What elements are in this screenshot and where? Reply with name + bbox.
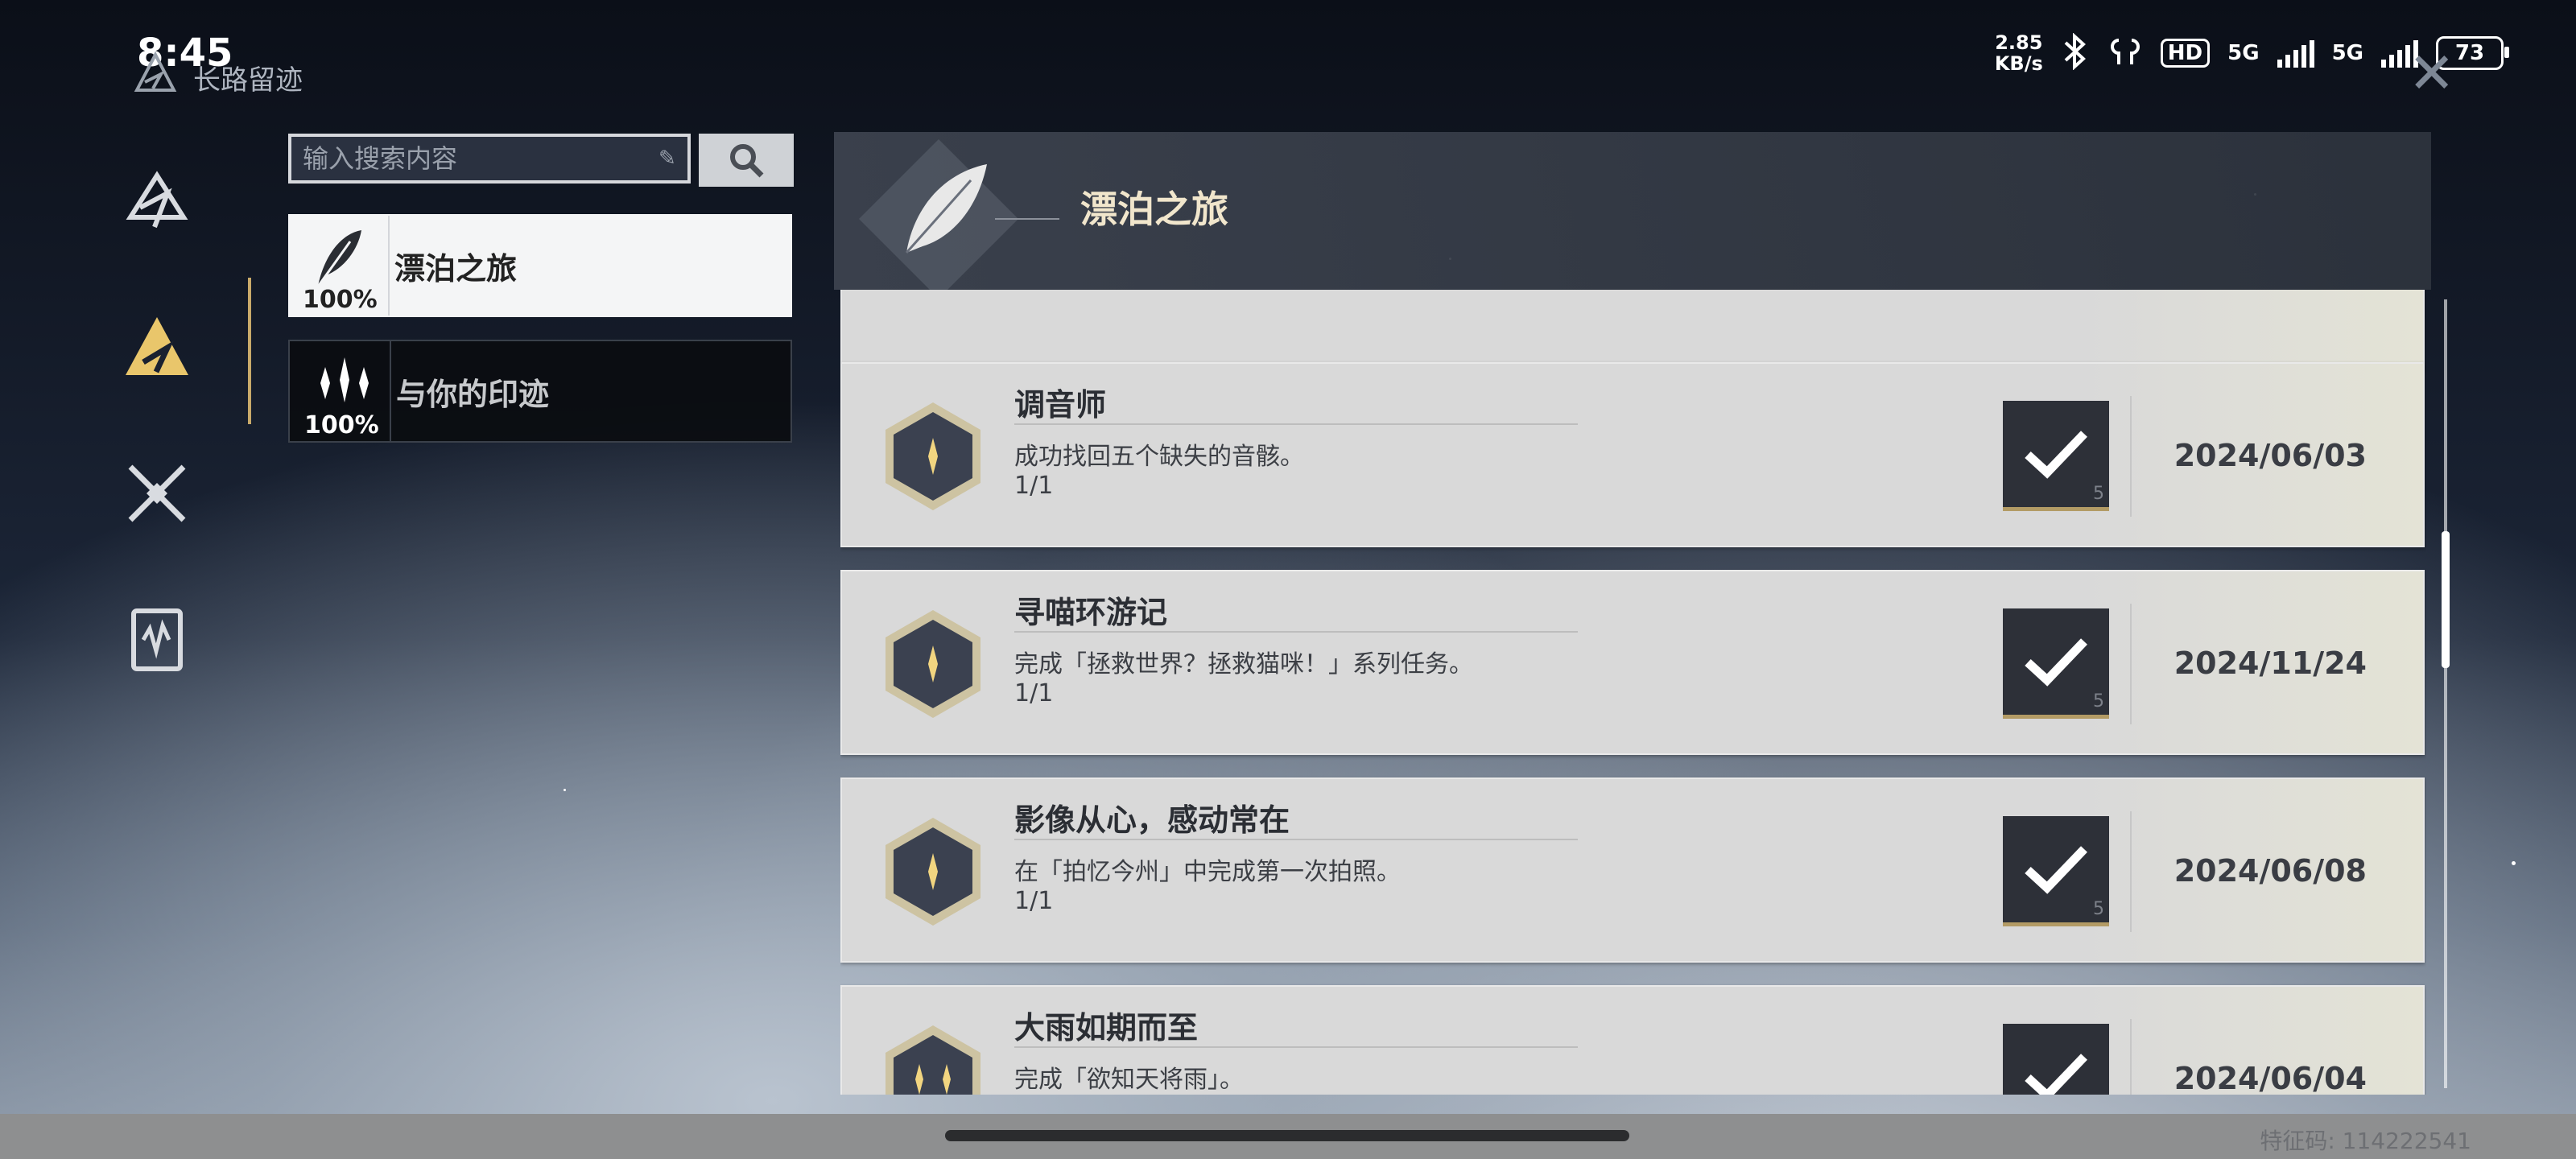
claimed-check-icon [2003, 1024, 2109, 1095]
feather-icon [316, 230, 361, 287]
reward-count: 5 [2093, 484, 2104, 504]
row-separator [2130, 396, 2132, 517]
home-indicator[interactable] [945, 1130, 1629, 1141]
list-scrollbar-track[interactable] [2444, 299, 2447, 1088]
row-divider [1014, 1046, 1578, 1048]
background-star [2512, 861, 2516, 865]
reward-count: 5 [2093, 899, 2104, 919]
search-input[interactable] [291, 142, 658, 175]
search-field[interactable]: ✎ [288, 134, 691, 184]
signal-label-1: 5G [2227, 41, 2260, 65]
category-percent: 100% [304, 411, 379, 439]
achievement-desc: 成功找回五个缺失的音骸。 [1014, 443, 1304, 471]
edit-icon: ✎ [658, 146, 676, 171]
achievement-date: 2024/06/08 [2174, 853, 2367, 889]
panel-header: 漂泊之旅 [834, 132, 2431, 290]
achievement-badge-icon [886, 402, 980, 510]
achievement-progress: 1/1 [1014, 887, 1054, 915]
reward-count: 5 [2093, 691, 2104, 711]
category-item-journey[interactable]: 100% 漂泊之旅 [288, 214, 792, 317]
nav-achievements-icon[interactable] [119, 309, 195, 385]
earbuds-icon [2107, 34, 2143, 72]
achievement-badge-icon [886, 610, 980, 718]
close-icon[interactable]: ✕ [2408, 40, 2455, 106]
list-item: 大雨如期而至 完成「欲知天将雨」。 2024/06/04 [840, 985, 2425, 1095]
panel-feather-icon [859, 139, 1059, 290]
row-separator [2130, 811, 2132, 932]
nav-journey-icon[interactable] [119, 166, 195, 241]
achievement-progress: 1/1 [1014, 679, 1054, 707]
app-logo-icon [134, 51, 177, 92]
search-icon [730, 144, 764, 178]
nav-combat-icon[interactable] [119, 456, 195, 531]
search-button[interactable] [699, 134, 794, 187]
achievement-title: 调音师 [1014, 387, 1107, 423]
achievement-list[interactable]: 调音师 成功找回五个缺失的音骸。 1/1 5 2024/06/03 寻喵环游记 … [840, 290, 2426, 1095]
claimed-check-icon: 5 [2003, 608, 2109, 719]
category-percent: 100% [303, 286, 378, 314]
claimed-check-icon: 5 [2003, 401, 2109, 511]
achievement-title: 影像从心，感动常在 [1014, 802, 1290, 838]
background-star [564, 789, 566, 791]
row-watermark [2085, 290, 2423, 369]
nav-active-indicator [248, 278, 251, 424]
claimed-check-icon: 5 [2003, 816, 2109, 926]
list-item [840, 290, 2425, 370]
signal-label-2: 5G [2331, 41, 2363, 65]
achievement-title: 大雨如期而至 [1014, 1010, 1199, 1046]
list-item: 影像从心，感动常在 在「拍忆今州」中完成第一次拍照。 1/1 5 2024/06… [840, 777, 2425, 963]
list-item: 调音师 成功找回五个缺失的音骸。 1/1 5 2024/06/03 [840, 362, 2425, 547]
achievement-desc: 完成「拯救世界？拯救猫咪！」系列任务。 [1014, 650, 1473, 678]
category-item-imprints[interactable]: 100% 与你的印迹 [288, 340, 792, 443]
achievement-title: 寻喵环游记 [1014, 595, 1168, 630]
nav-records-icon[interactable] [119, 602, 195, 678]
panel-title: 漂泊之旅 [1080, 188, 1228, 231]
achievement-badge-icon [886, 1025, 980, 1095]
row-separator [2130, 604, 2132, 724]
category-icon-box: 100% [290, 341, 391, 441]
row-divider [1014, 423, 1578, 425]
bluetooth-icon [2061, 32, 2090, 73]
list-scrollbar-thumb[interactable] [2442, 531, 2450, 668]
signal-bars-icon [2277, 39, 2314, 68]
achievement-date: 2024/06/04 [2174, 1061, 2367, 1095]
category-icon-box: 100% [288, 216, 390, 316]
row-divider [1014, 839, 1578, 840]
achievement-badge-icon [886, 818, 980, 926]
achievement-date: 2024/06/03 [2174, 438, 2367, 473]
category-label: 与你的印迹 [396, 376, 550, 412]
sparkle-icon [316, 357, 374, 402]
player-uid: 特征码: 114222541 [2260, 1128, 2471, 1154]
achievement-date: 2024/11/24 [2174, 645, 2367, 681]
hd-voice-icon: HD [2160, 39, 2211, 68]
achievement-progress: 1/1 [1014, 472, 1054, 500]
app-title: 长路留迹 [193, 64, 303, 97]
achievement-desc: 在「拍忆今州」中完成第一次拍照。 [1014, 858, 1401, 886]
row-separator [2130, 1019, 2132, 1095]
list-item: 寻喵环游记 完成「拯救世界？拯救猫咪！」系列任务。 1/1 5 2024/11/… [840, 570, 2425, 755]
row-divider [1014, 631, 1578, 633]
achievement-desc: 完成「欲知天将雨」。 [1014, 1066, 1244, 1094]
net-speed: 2.85 KB/s [1994, 31, 2043, 75]
category-label: 漂泊之旅 [394, 250, 518, 287]
